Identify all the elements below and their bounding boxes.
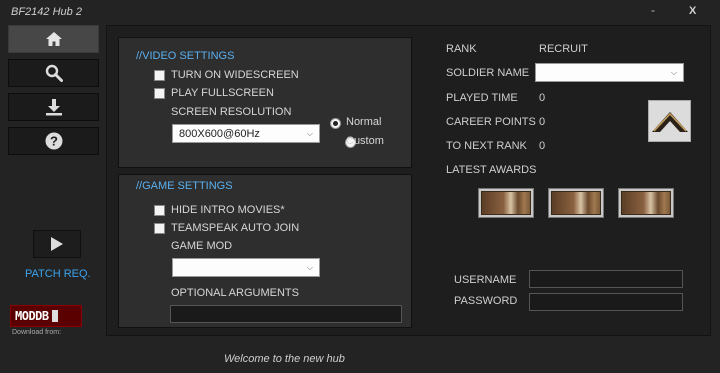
award-badge[interactable] [478, 188, 534, 218]
moddb-logo-text: MODDB [15, 309, 49, 323]
username-label: USERNAME [454, 274, 517, 286]
award-image [621, 191, 671, 215]
rank-insignia[interactable] [648, 100, 691, 142]
window-title: BF2142 Hub 2 [11, 6, 82, 18]
widescreen-checkbox[interactable] [154, 70, 165, 81]
award-badge[interactable] [618, 188, 674, 218]
download-from-label: Download from: [12, 329, 62, 336]
rank-value: RECRUIT [539, 43, 588, 55]
fullscreen-checkbox[interactable] [154, 88, 165, 99]
help-icon: ? [45, 132, 62, 150]
download-button[interactable] [8, 93, 99, 121]
fullscreen-label: PLAY FULLSCREEN [171, 87, 274, 99]
svg-text:?: ? [50, 134, 58, 149]
game-mod-label: GAME MOD [171, 240, 233, 252]
played-time-value: 0 [539, 92, 546, 104]
teamspeak-checkbox[interactable] [154, 223, 165, 234]
password-input[interactable] [529, 293, 683, 311]
chevron-down-icon: ⌵ [306, 128, 313, 138]
soldier-name-dropdown[interactable]: ⌵ [535, 63, 684, 82]
close-button[interactable]: X [689, 5, 696, 17]
home-icon [45, 32, 62, 46]
award-image [481, 191, 531, 215]
resolution-custom-label: Custom [346, 135, 384, 147]
rank-label: RANK [446, 43, 477, 55]
career-points-value: 0 [539, 116, 546, 128]
video-settings-heading: //VIDEO SETTINGS [136, 50, 235, 62]
hide-intro-checkbox[interactable] [154, 205, 165, 216]
moddb-bar-icon [51, 310, 58, 322]
search-icon [45, 64, 63, 82]
password-label: PASSWORD [454, 295, 518, 307]
patch-required-link[interactable]: PATCH REQ. [25, 268, 91, 280]
resolution-value: 800X600@60Hz [179, 127, 260, 140]
rank-chevron-icon [651, 112, 688, 132]
search-button[interactable] [8, 59, 99, 87]
chevron-down-icon: ⌵ [670, 67, 677, 77]
widescreen-label: TURN ON WIDESCREEN [171, 69, 299, 81]
resolution-normal-radio[interactable] [330, 118, 341, 129]
resolution-label: SCREEN RESOLUTION [171, 106, 292, 118]
moddb-logo[interactable]: MODDB [10, 305, 82, 327]
help-button[interactable]: ? [8, 127, 99, 155]
latest-awards-label: LATEST AWARDS [446, 164, 537, 176]
game-mod-dropdown[interactable]: ⌵ [172, 258, 320, 277]
download-icon [45, 99, 62, 116]
optional-arguments-label: OPTIONAL ARGUMENTS [171, 287, 299, 299]
username-input[interactable] [529, 270, 683, 288]
chevron-down-icon: ⌵ [306, 262, 313, 272]
award-image [551, 191, 601, 215]
award-badge[interactable] [548, 188, 604, 218]
career-points-label: CAREER POINTS [446, 116, 536, 128]
play-icon [51, 237, 63, 251]
game-settings-heading: //GAME SETTINGS [136, 180, 233, 192]
played-time-label: PLAYED TIME [446, 92, 518, 104]
teamspeak-label: TEAMSPEAK AUTO JOIN [171, 222, 300, 234]
resolution-dropdown[interactable]: 800X600@60Hz ⌵ [172, 124, 320, 143]
resolution-normal-label: Normal [346, 116, 382, 128]
play-button[interactable] [33, 230, 81, 258]
soldier-name-label: SOLDIER NAME [446, 67, 530, 79]
to-next-rank-value: 0 [539, 140, 546, 152]
optional-arguments-input[interactable] [170, 305, 402, 323]
minimize-button[interactable]: - [651, 3, 655, 17]
status-message: Welcome to the new hub [224, 353, 345, 365]
to-next-rank-label: TO NEXT RANK [446, 140, 527, 152]
home-button[interactable] [8, 25, 99, 53]
hide-intro-label: HIDE INTRO MOVIES* [171, 204, 285, 216]
